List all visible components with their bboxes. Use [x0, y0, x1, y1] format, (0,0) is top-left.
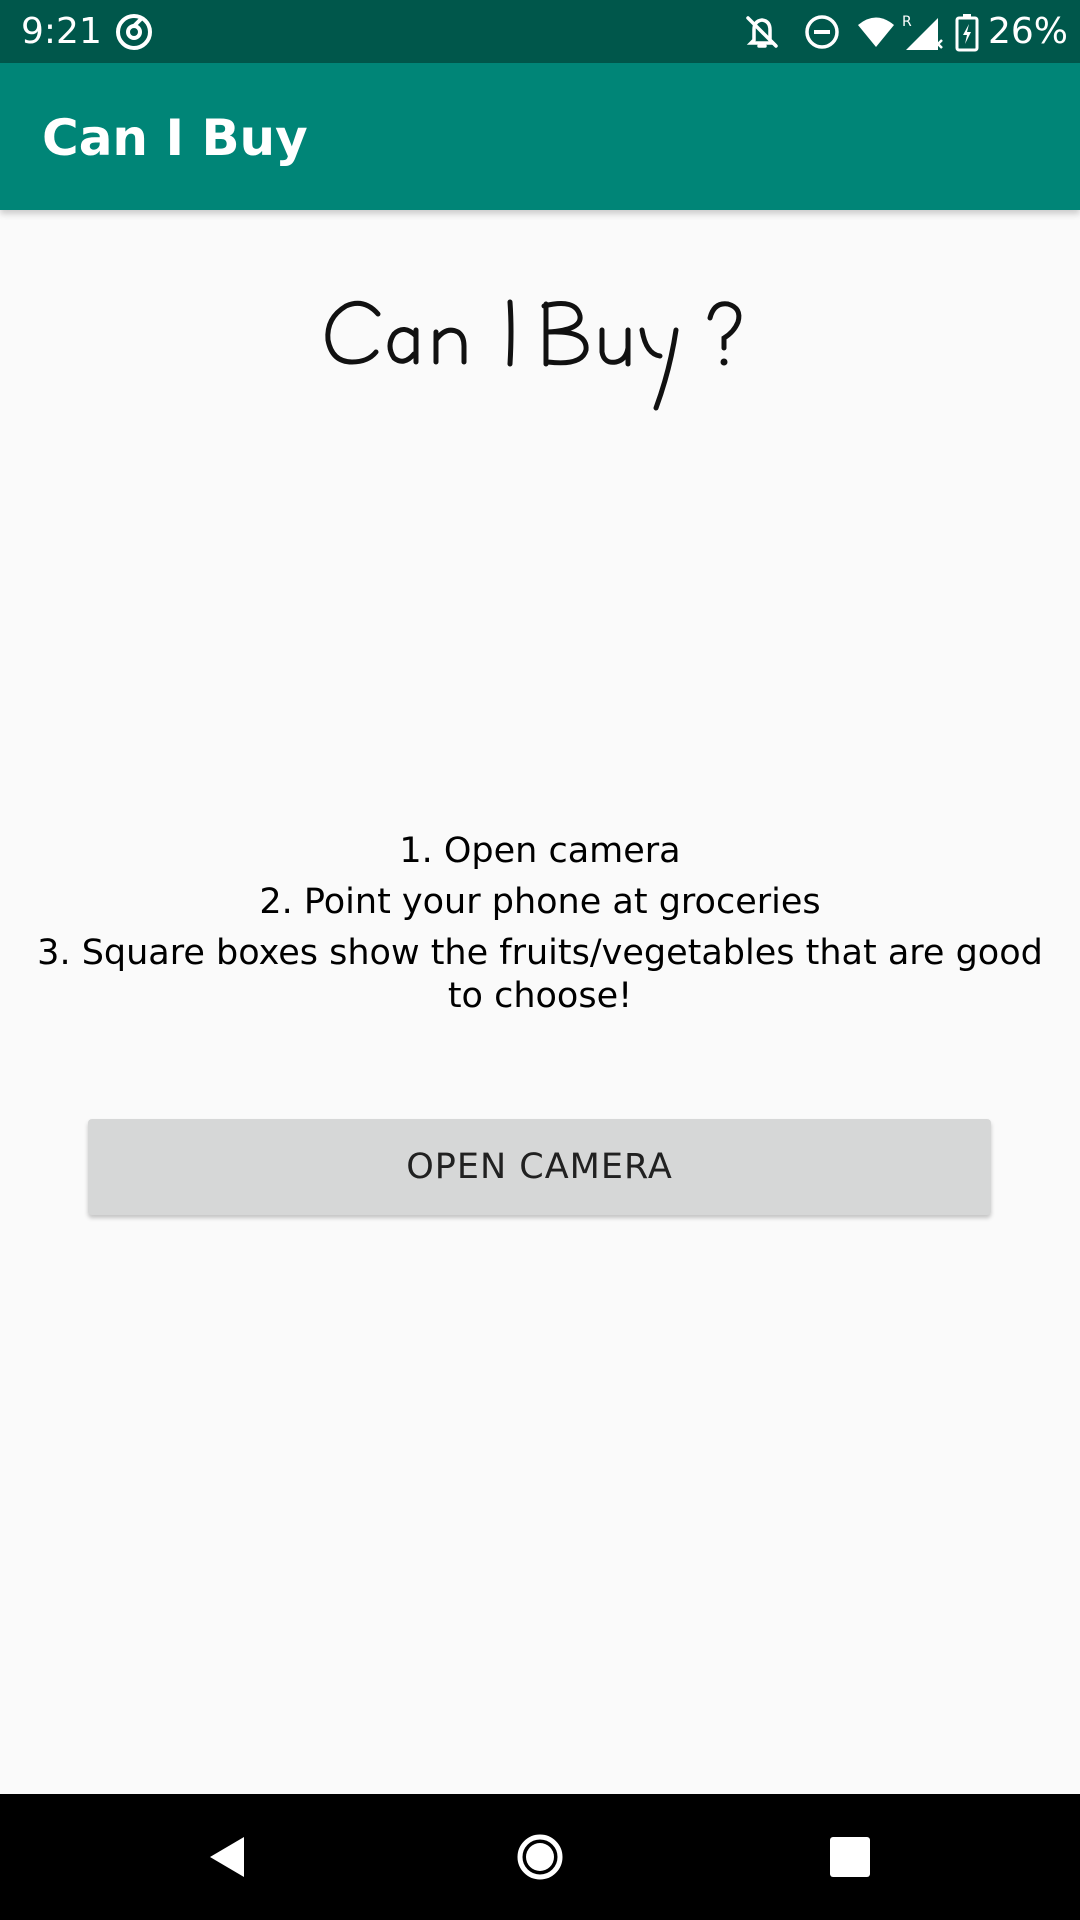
wifi-icon: [858, 17, 894, 47]
open-camera-button[interactable]: OPEN CAMERA: [88, 1119, 991, 1215]
instructions: 1. Open camera 2. Point your phone at gr…: [30, 830, 1050, 1026]
status-time: 9:21: [21, 11, 102, 52]
signal-roaming-icon: R: [902, 14, 943, 50]
navigation-bar: [0, 1794, 1080, 1920]
app-bar: Can I Buy: [0, 63, 1080, 210]
battery-percentage: 26%: [988, 11, 1069, 52]
svg-text:R: R: [902, 14, 912, 30]
do-not-disturb-icon: [805, 15, 839, 49]
home-icon[interactable]: [502, 1819, 578, 1895]
instruction-step: 1. Open camera: [399, 831, 681, 871]
instruction-step: 2. Point your phone at groceries: [259, 882, 821, 922]
handwritten-logo: [325, 299, 742, 411]
instruction-step: 3. Square boxes show the fruits/vegetabl…: [37, 933, 1043, 1016]
logo: [320, 290, 760, 420]
open-camera-button-label: OPEN CAMERA: [406, 1147, 673, 1187]
recents-icon[interactable]: [812, 1819, 888, 1895]
at-sign-icon: [116, 14, 152, 50]
status-bar: 9:21 R 26%: [0, 0, 1080, 63]
back-icon[interactable]: [188, 1819, 264, 1895]
bell-off-icon: [746, 16, 778, 48]
app-title: Can I Buy: [42, 109, 308, 167]
battery-charging-icon: [955, 14, 979, 52]
